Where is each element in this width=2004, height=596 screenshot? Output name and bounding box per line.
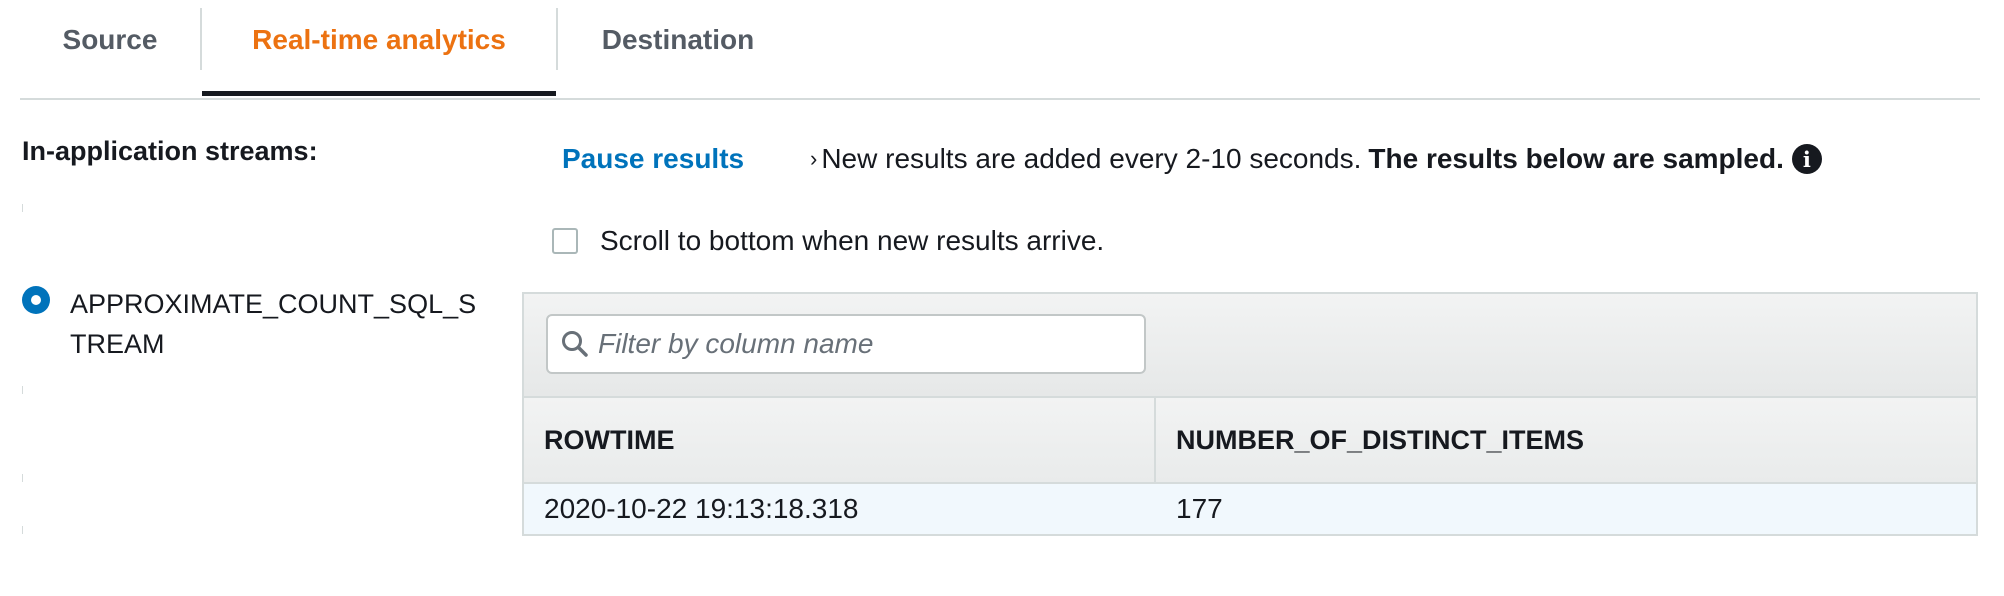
divider-tick <box>22 474 23 482</box>
scroll-to-bottom-option[interactable]: Scroll to bottom when new results arrive… <box>552 225 1104 257</box>
tab-real-time-analytics[interactable]: Real-time analytics <box>202 0 556 96</box>
divider-tick <box>22 386 23 394</box>
column-header-number-of-distinct-items[interactable]: NUMBER_OF_DISTINCT_ITEMS <box>1156 398 1976 482</box>
divider-tick <box>22 526 23 534</box>
results-info: › New results are added every 2-10 secon… <box>810 143 1822 175</box>
table-row: 2020-10-22 19:13:18.318 177 <box>524 484 1976 534</box>
filter-bar: Filter by column name <box>524 294 1976 398</box>
stream-label: APPROXIMATE_COUNT_SQL_STREAM <box>70 289 477 359</box>
column-filter-input[interactable]: Filter by column name <box>546 314 1146 374</box>
table-header: ROWTIME NUMBER_OF_DISTINCT_ITEMS <box>524 398 1976 484</box>
cell-number-of-distinct-items: 177 <box>1176 493 1223 524</box>
divider-tick <box>22 204 23 212</box>
info-icon[interactable]: i <box>1791 144 1822 174</box>
streams-heading: In-application streams: <box>22 136 318 166</box>
cell-rowtime: 2020-10-22 19:13:18.318 <box>544 493 859 524</box>
stream-radio-item[interactable]: APPROXIMATE_COUNT_SQL_STREAM <box>22 284 492 364</box>
scroll-to-bottom-checkbox[interactable] <box>552 228 578 254</box>
column-header-rowtime[interactable]: ROWTIME <box>524 398 1156 482</box>
scroll-to-bottom-label: Scroll to bottom when new results arrive… <box>600 225 1105 256</box>
filter-placeholder: Filter by column name <box>598 328 874 359</box>
results-panel: Filter by column name ROWTIME NUMBER_OF_… <box>522 292 1978 536</box>
search-icon <box>562 331 588 357</box>
pause-results-link[interactable]: Pause results <box>562 143 744 175</box>
results-sampled-text: The results below are sampled. <box>1368 143 1784 174</box>
radio-selected-icon[interactable] <box>22 286 50 314</box>
tab-bar: Source Real-time analytics Destination <box>20 0 1980 100</box>
tab-source[interactable]: Source <box>20 0 200 96</box>
tab-destination[interactable]: Destination <box>558 0 798 96</box>
separator-mark: › <box>810 146 818 171</box>
results-info-text: New results are added every 2-10 seconds… <box>821 143 1362 174</box>
